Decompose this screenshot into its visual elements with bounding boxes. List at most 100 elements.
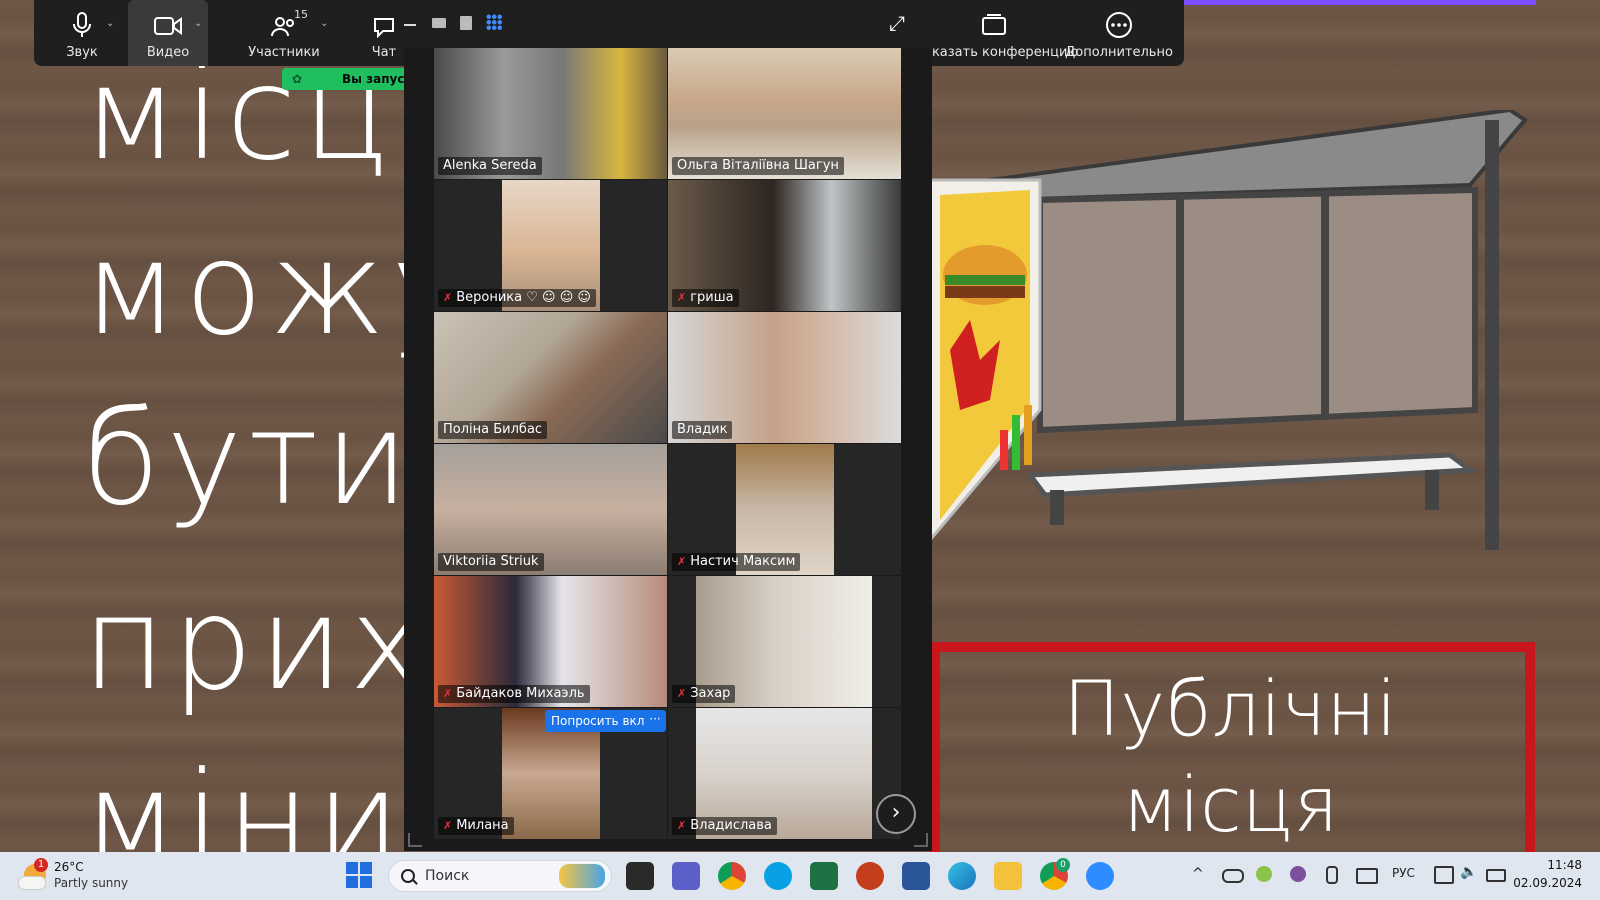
slide-top-strip: [1184, 0, 1536, 5]
search-placeholder: Поиск: [425, 868, 470, 884]
speaker-view-icon[interactable]: [432, 18, 446, 28]
participant-name: Viktoriia Striuk: [438, 553, 544, 571]
skype-icon[interactable]: [764, 862, 792, 890]
file-explorer-icon[interactable]: [994, 862, 1022, 890]
participant-name-text: Настич Максим: [690, 554, 796, 569]
more-dots-icon: [1106, 12, 1132, 38]
weather-cloud-icon: [18, 876, 46, 890]
recording-banner[interactable]: ✿ Вы запуст: [282, 68, 412, 90]
taskbar: 1 26°C Partly sunny Поиск 0 ^ РУС 🔈 11:4…: [0, 852, 1600, 900]
participant-name: ✗ гриша: [672, 289, 739, 307]
participants-button[interactable]: 15 Участники: [234, 0, 334, 66]
ask-to-unmute-button[interactable]: Попросить вкл: [545, 710, 651, 732]
bus-stop-illustration: [930, 110, 1528, 550]
chat-label: Чат: [371, 45, 397, 60]
participant-name: ✗ Захар: [672, 685, 736, 703]
share-screen-icon: [982, 14, 1006, 35]
participant-name-text: Viktoriia Striuk: [443, 554, 539, 569]
audio-button[interactable]: Звук: [52, 0, 112, 66]
search-handle-icon: [412, 879, 418, 885]
word-icon[interactable]: [902, 862, 930, 890]
keyboard-icon[interactable]: [1356, 868, 1378, 884]
participant-name-text: Захар: [690, 686, 731, 701]
share-label: оказать конференцию: [924, 45, 1079, 60]
participants-chevron-icon[interactable]: ⌄: [320, 18, 328, 29]
participant-name-text: Байдаков Михаэль: [456, 686, 585, 701]
gallery-view-panel: Alenka Sereda Ольга Віталіївна Шагун ✗ Ве…: [404, 48, 932, 851]
chrome-icon[interactable]: [718, 862, 746, 890]
slide-title-line1: Публічні: [1062, 664, 1398, 753]
tray-chevron-up-icon[interactable]: ^: [1192, 866, 1204, 882]
viber-icon[interactable]: [1290, 866, 1306, 882]
video-tile[interactable]: Владик: [668, 312, 901, 443]
tile-more-button[interactable]: ···: [644, 710, 666, 732]
microphone-icon: [73, 12, 91, 37]
clock-date[interactable]: 02.09.2024: [1513, 876, 1582, 890]
muted-mic-icon: ✗: [677, 819, 687, 832]
onedrive-icon[interactable]: [1222, 869, 1244, 883]
participant-name-text: Владик: [677, 422, 728, 437]
participant-name: ✗ Вероника ♡ ☺ ☺ ☺: [438, 289, 596, 307]
slide-title-line2: місця: [1121, 760, 1339, 849]
video-tile[interactable]: ✗ Захар: [668, 576, 901, 707]
video-tile[interactable]: ✗ Настич Максим: [668, 444, 901, 575]
video-tile[interactable]: ✗ Вероника ♡ ☺ ☺ ☺: [434, 180, 667, 311]
participant-name-text: Alenka Sereda: [443, 158, 537, 173]
participant-name: ✗ Владислава: [672, 817, 777, 835]
fullscreen-icon[interactable]: ⤢: [886, 12, 908, 34]
participant-name-text: Ольга Віталіївна Шагун: [677, 158, 839, 173]
teams-icon[interactable]: [672, 862, 700, 890]
video-button[interactable]: Видео: [128, 0, 208, 66]
minimize-view-icon[interactable]: [404, 24, 416, 26]
participant-name: Поліна Билбас: [438, 421, 548, 439]
windows-start-icon[interactable]: [346, 862, 374, 890]
participant-name-text: Поліна Билбас: [443, 422, 543, 437]
more-button[interactable]: Дополнительно: [1064, 0, 1174, 66]
powerpoint-icon[interactable]: [856, 862, 884, 890]
resize-handle-right-icon[interactable]: [914, 833, 928, 847]
network-icon[interactable]: [1434, 866, 1454, 884]
video-tile[interactable]: ✗ Владислава: [668, 708, 901, 839]
recording-banner-text: Вы запуст: [342, 72, 412, 86]
video-tile[interactable]: ✗ гриша: [668, 180, 901, 311]
video-tile[interactable]: Viktoriia Striuk: [434, 444, 667, 575]
participants-label: Участники: [248, 45, 320, 60]
zoom-icon[interactable]: [1086, 862, 1114, 890]
weather-widget[interactable]: 1 26°C Partly sunny: [18, 858, 138, 894]
video-tile[interactable]: Ольга Віталіївна Шагун: [668, 48, 901, 179]
microphone-tray-icon[interactable]: [1326, 866, 1338, 884]
excel-icon[interactable]: [810, 862, 838, 890]
video-tile[interactable]: ✗ Байдаков Михаэль: [434, 576, 667, 707]
video-camera-icon: [154, 17, 182, 35]
strip-view-icon[interactable]: [460, 16, 472, 30]
video-label: Видео: [146, 45, 190, 60]
video-tile-active-speaker[interactable]: Поліна Билбас: [434, 312, 667, 443]
tray-app-icon[interactable]: [1256, 866, 1272, 882]
clock-time[interactable]: 11:48: [1547, 858, 1582, 872]
gallery-view-icon[interactable]: [486, 14, 502, 30]
weather-desc: Partly sunny: [54, 876, 129, 890]
weather-badge: 1: [34, 858, 48, 872]
participant-name: Владик: [672, 421, 733, 439]
volume-icon[interactable]: 🔈: [1460, 864, 1477, 880]
battery-icon[interactable]: [1486, 869, 1506, 882]
muted-mic-icon: ✗: [677, 687, 687, 700]
recording-leaf-icon: ✿: [292, 72, 303, 86]
video-chevron-icon[interactable]: ⌄: [194, 18, 202, 29]
video-tile[interactable]: Alenka Sereda: [434, 48, 667, 179]
share-screen-button[interactable]: оказать конференцию: [924, 0, 1079, 66]
task-view-icon[interactable]: [626, 862, 654, 890]
participant-name-text: гриша: [690, 290, 734, 305]
chrome-badge: 0: [1056, 858, 1070, 872]
taskbar-search[interactable]: Поиск: [388, 860, 612, 892]
audio-chevron-icon[interactable]: ⌄: [106, 18, 114, 29]
next-page-button[interactable]: ›: [876, 794, 916, 834]
participant-name: Alenka Sereda: [438, 157, 542, 175]
muted-mic-icon: ✗: [677, 555, 687, 568]
edge-icon[interactable]: [948, 862, 976, 890]
muted-mic-icon: ✗: [443, 819, 453, 832]
language-indicator[interactable]: РУС: [1392, 866, 1415, 880]
resize-handle-left-icon[interactable]: [408, 833, 422, 847]
chat-button[interactable]: Чат: [364, 0, 404, 66]
more-label: Дополнительно: [1065, 45, 1173, 60]
